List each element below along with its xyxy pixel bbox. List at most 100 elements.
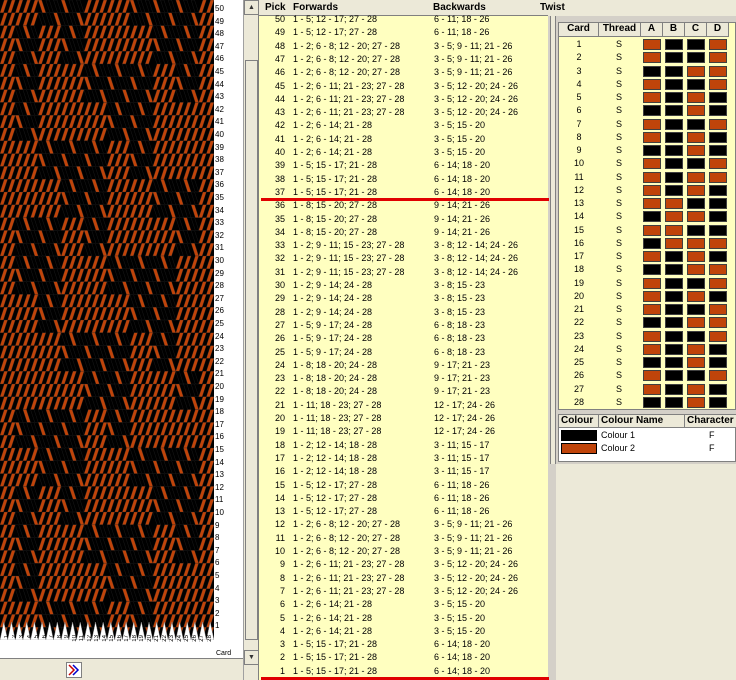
colour-column-header[interactable]: Colour [559, 415, 599, 428]
thread-direction[interactable]: S [604, 251, 634, 261]
hole-colour-cell[interactable] [687, 237, 705, 249]
pick-row[interactable]: 48 1 - 2; 6 - 8; 12 - 20; 27 - 28 3 - 5; 9… [259, 40, 549, 53]
hole-colour-cell[interactable] [687, 343, 705, 355]
pick-row[interactable]: 19 1 - 11; 18 - 23; 27 - 28 12 - 17; 24 - … [259, 425, 549, 438]
card-row[interactable]: 5S [559, 91, 736, 104]
hole-colour-cell[interactable] [687, 330, 705, 342]
card-row[interactable]: 20 S [559, 290, 736, 303]
hole-colour-cell[interactable] [643, 317, 661, 329]
hole-colour-cell[interactable] [709, 224, 727, 236]
colour-row[interactable]: Colour 1 F [559, 429, 736, 442]
thread-direction[interactable]: S [604, 238, 634, 248]
hole-colour-cell[interactable] [665, 118, 683, 130]
pick-row[interactable]: 29 1 - 2; 9 - 14; 24 - 28 3 - 8; 15 - 23 [259, 292, 549, 305]
hole-colour-cell[interactable] [709, 171, 727, 183]
hole-colour-cell[interactable] [665, 52, 683, 64]
pick-row[interactable]: 1 1 - 5; 15 - 17; 21 - 28 6 - 14; 18 - 20 [259, 665, 549, 678]
hole-colour-cell[interactable] [709, 237, 727, 249]
card-row[interactable]: 2S [559, 51, 736, 64]
hole-colour-cell[interactable] [665, 290, 683, 302]
hole-colour-cell[interactable] [687, 65, 705, 77]
pick-row[interactable]: 32 1 - 2; 9 - 11; 15 - 23; 27 - 28 3 - 8; … [259, 252, 549, 265]
thread-direction[interactable]: S [604, 397, 634, 407]
card-row[interactable]: 4S [559, 78, 736, 91]
hole-colour-cell[interactable] [665, 357, 683, 368]
hole-colour-cell[interactable] [687, 39, 705, 50]
pick-row[interactable]: 23 1 - 8; 18 - 20; 24 - 28 9 - 17; 21 - 23 [259, 372, 549, 385]
pick-row[interactable]: 9 1 - 2; 6 - 11; 21 - 23; 27 - 28 3 - 5; 1… [259, 558, 549, 571]
hole-colour-cell[interactable] [665, 78, 683, 90]
thread-direction[interactable]: S [604, 357, 634, 367]
hole-colour-cell[interactable] [687, 317, 705, 329]
hole-colour-cell[interactable] [687, 118, 705, 130]
pick-row[interactable]: 12 1 - 2; 6 - 8; 12 - 20; 27 - 28 3 - 5; 9… [259, 518, 549, 531]
pick-row[interactable]: 2 1 - 5; 15 - 17; 21 - 28 6 - 14; 18 - 20 [259, 651, 549, 664]
hole-colour-cell[interactable] [643, 277, 661, 289]
card-row[interactable]: 23 S [559, 330, 736, 343]
pick-row[interactable]: 35 1 - 8; 15 - 20; 27 - 28 9 - 14; 21 - 26 [259, 213, 549, 226]
colour-row[interactable]: Colour 2 F [559, 442, 736, 455]
thread-direction[interactable]: S [604, 225, 634, 235]
pick-row[interactable]: 15 1 - 5; 12 - 17; 27 - 28 6 - 11; 18 - 26 [259, 479, 549, 492]
hole-colour-cell[interactable] [687, 171, 705, 183]
thread-direction[interactable]: S [604, 119, 634, 129]
pick-row[interactable]: 20 1 - 11; 18 - 23; 27 - 28 12 - 17; 24 - … [259, 412, 549, 425]
pick-row[interactable]: 46 1 - 2; 6 - 8; 12 - 20; 27 - 28 3 - 5; 9… [259, 66, 549, 79]
thread-direction[interactable]: S [604, 79, 634, 89]
hole-colour-cell[interactable] [687, 131, 705, 143]
hole-colour-cell[interactable] [643, 131, 661, 143]
hole-colour-cell[interactable] [687, 224, 705, 236]
backwards-column-header[interactable]: Backwards [433, 2, 486, 13]
card-row[interactable]: 18 S [559, 263, 736, 276]
card-row[interactable]: 21 S [559, 303, 736, 316]
thread-direction[interactable]: S [604, 145, 634, 155]
hole-colour-cell[interactable] [709, 131, 727, 143]
scroll-thumb[interactable] [245, 60, 258, 640]
hole-c-header[interactable]: C [685, 23, 707, 37]
thread-direction[interactable]: S [604, 105, 634, 115]
twist-column-header[interactable]: Twist [540, 2, 565, 13]
pick-row[interactable]: 6 1 - 2; 6 - 14; 21 - 28 3 - 5; 15 - 20 [259, 598, 549, 611]
card-row[interactable]: 22 S [559, 316, 736, 329]
pick-row[interactable]: 42 1 - 2; 6 - 14; 21 - 28 3 - 5; 15 - 20 [259, 119, 549, 132]
scroll-down-icon[interactable]: ▼ [244, 650, 259, 665]
hole-colour-cell[interactable] [687, 290, 705, 302]
hole-colour-cell[interactable] [643, 158, 661, 170]
thread-direction[interactable]: S [604, 52, 634, 62]
forwards-column-header[interactable]: Forwards [293, 2, 338, 13]
card-row[interactable]: 6S [559, 104, 736, 117]
hole-colour-cell[interactable] [709, 277, 727, 289]
hole-colour-cell[interactable] [643, 224, 661, 236]
hole-colour-cell[interactable] [709, 396, 727, 408]
hole-colour-cell[interactable] [687, 184, 705, 196]
hole-colour-cell[interactable] [709, 39, 727, 50]
hole-colour-cell[interactable] [665, 277, 683, 289]
pick-row[interactable]: 14 1 - 5; 12 - 17; 27 - 28 6 - 11; 18 - 26 [259, 492, 549, 505]
pick-row[interactable]: 13 1 - 5; 12 - 17; 27 - 28 6 - 11; 18 - 26 [259, 505, 549, 518]
pick-row[interactable]: 45 1 - 2; 6 - 11; 21 - 23; 27 - 28 3 - 5; … [259, 80, 549, 93]
hole-colour-cell[interactable] [665, 251, 683, 262]
hole-colour-cell[interactable] [709, 184, 727, 196]
hole-colour-cell[interactable] [709, 383, 727, 395]
card-row[interactable]: 27 S [559, 383, 736, 396]
thread-direction[interactable]: S [604, 92, 634, 102]
hole-colour-cell[interactable] [709, 158, 727, 170]
hole-colour-cell[interactable] [643, 357, 661, 368]
hole-colour-cell[interactable] [709, 65, 727, 77]
hole-colour-cell[interactable] [687, 92, 705, 103]
hole-colour-cell[interactable] [643, 39, 661, 50]
hole-colour-cell[interactable] [665, 131, 683, 143]
hole-colour-cell[interactable] [665, 92, 683, 103]
hole-colour-cell[interactable] [665, 105, 683, 117]
card-row[interactable]: 11 S [559, 171, 736, 184]
hole-colour-cell[interactable] [709, 105, 727, 117]
pattern-vertical-scrollbar[interactable]: ▲ ▼ [243, 0, 259, 680]
hole-colour-cell[interactable] [709, 198, 727, 209]
hole-colour-cell[interactable] [665, 317, 683, 329]
hole-colour-cell[interactable] [687, 396, 705, 408]
thread-direction[interactable]: S [604, 344, 634, 354]
thread-column-header[interactable]: Thread [599, 23, 641, 37]
card-row[interactable]: 26 S [559, 369, 736, 382]
hole-colour-cell[interactable] [709, 290, 727, 302]
hole-colour-cell[interactable] [687, 251, 705, 262]
